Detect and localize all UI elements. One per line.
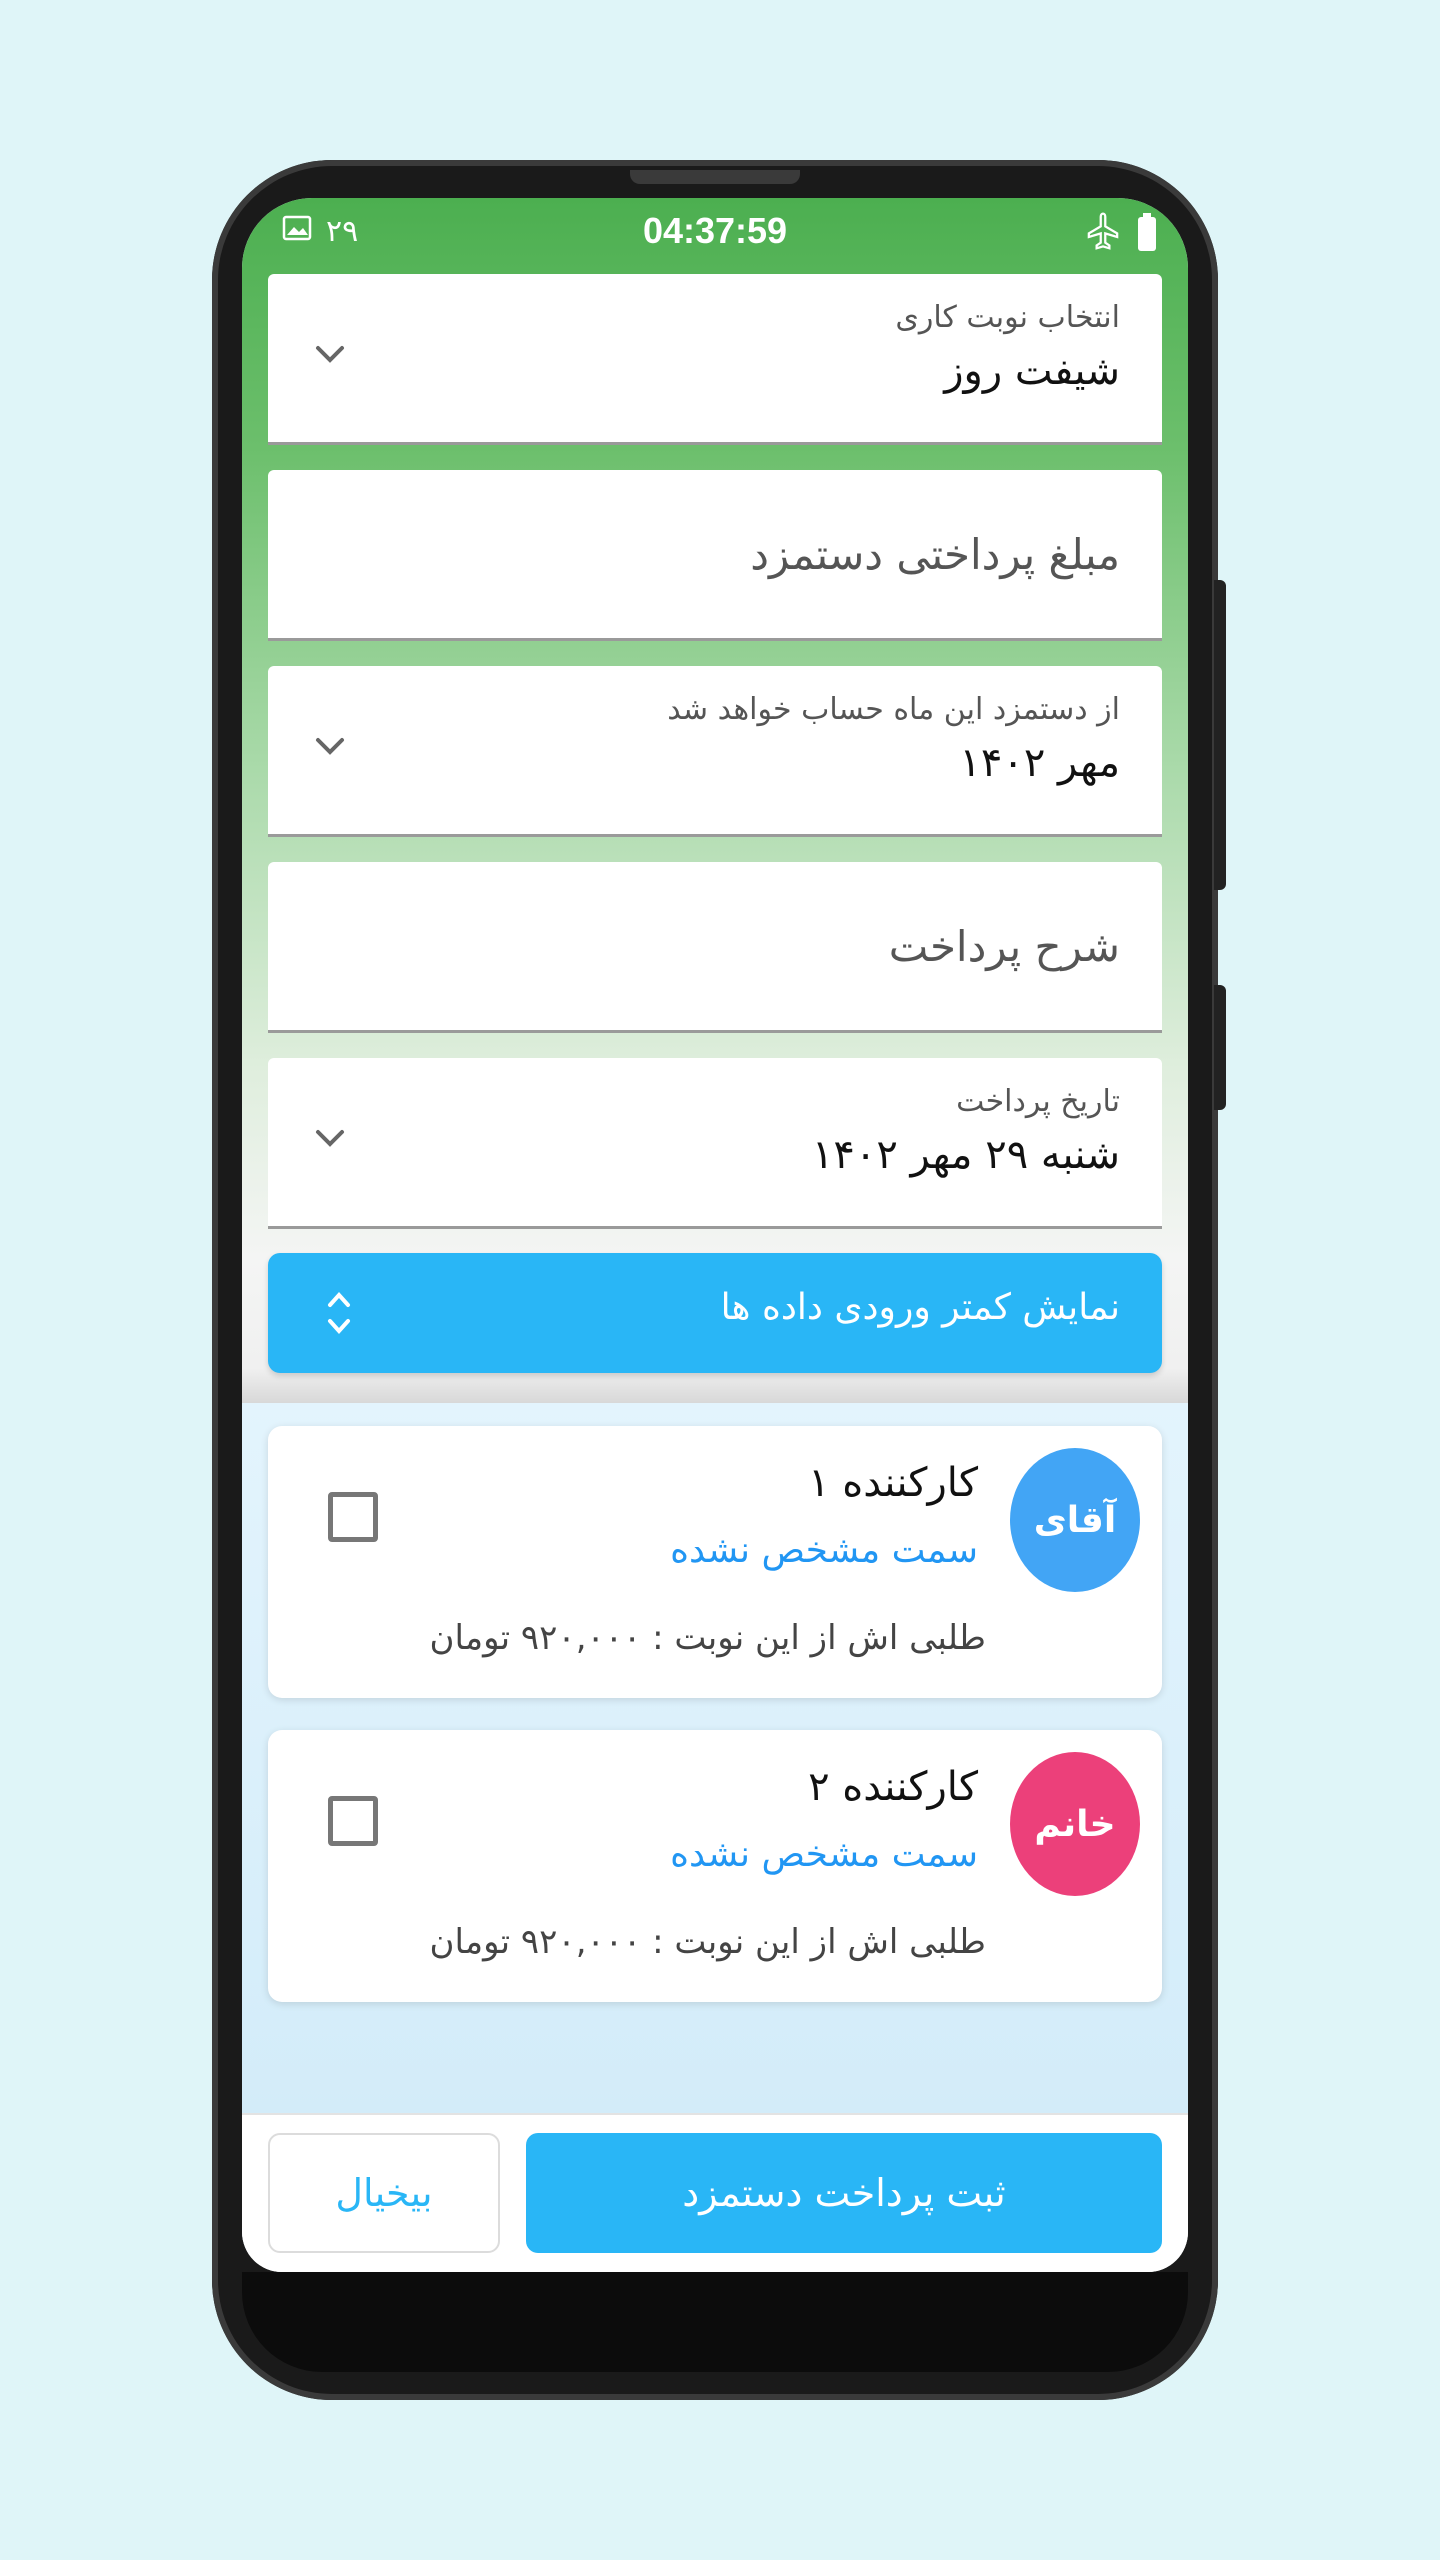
employee-checkbox[interactable]	[328, 1492, 378, 1542]
submit-payment-button[interactable]: ثبت پرداخت دستمزد	[526, 2133, 1162, 2253]
show-less-inputs-button[interactable]: نمایش کمتر ورودی داده ها	[268, 1253, 1162, 1373]
month-value: مهر ۱۴۰۲	[959, 740, 1120, 786]
avatar: آقای	[1010, 1448, 1140, 1592]
show-less-label: نمایش کمتر ورودی داده ها	[720, 1287, 1120, 1328]
date-label: تاریخ پرداخت	[956, 1084, 1120, 1119]
amount-field[interactable]: مبلغ پرداختی دستمزد	[268, 470, 1162, 641]
month-select[interactable]: از دستمزد این ماه حساب خواهد شد مهر ۱۴۰۲	[268, 666, 1162, 837]
chevron-down-icon	[316, 1130, 344, 1147]
shift-value: شیفت روز	[944, 348, 1120, 394]
power-button	[1214, 985, 1226, 1110]
avatar: خانم	[1010, 1752, 1140, 1896]
employee-card[interactable]: خانم کارکننده ۲ سمت مشخص نشده طلبی اش از…	[268, 1730, 1162, 2002]
airplane-icon	[1086, 212, 1120, 256]
status-right	[1086, 212, 1158, 256]
description-placeholder: شرح پرداخت	[888, 922, 1120, 971]
month-label: از دستمزد این ماه حساب خواهد شد	[667, 692, 1120, 727]
cancel-button[interactable]: بیخیال	[268, 2133, 500, 2253]
employee-name: کارکننده ۲	[808, 1764, 978, 1810]
chevron-down-icon	[316, 346, 344, 363]
employee-role: سمت مشخص نشده	[670, 1834, 978, 1875]
status-time: 04:37:59	[642, 210, 788, 251]
chevron-down-icon	[316, 738, 344, 755]
employee-checkbox[interactable]	[328, 1796, 378, 1846]
date-select[interactable]: تاریخ پرداخت شنبه ۲۹ مهر ۱۴۰۲	[268, 1058, 1162, 1229]
employee-salary: طلبی اش از این نوبت : ۹۲۰,۰۰۰ تومان	[429, 1618, 986, 1658]
employee-role: سمت مشخص نشده	[670, 1530, 978, 1571]
app-screen: ۲۹ 04:37:59 انتخاب نوبت کاری شیفت روز مب…	[242, 198, 1188, 2272]
shift-select[interactable]: انتخاب نوبت کاری شیفت روز	[268, 274, 1162, 445]
employee-card[interactable]: آقای کارکننده ۱ سمت مشخص نشده طلبی اش از…	[268, 1426, 1162, 1698]
status-bar: ۲۹ 04:37:59	[242, 198, 1188, 276]
unfold-icon	[328, 1292, 350, 1334]
shift-label: انتخاب نوبت کاری	[895, 300, 1120, 335]
bottom-action-bar: ثبت پرداخت دستمزد بیخیال	[242, 2113, 1188, 2272]
employee-name: کارکننده ۱	[808, 1460, 978, 1506]
speaker-notch	[630, 170, 800, 184]
date-value: شنبه ۲۹ مهر ۱۴۰۲	[811, 1132, 1120, 1178]
amount-placeholder: مبلغ پرداختی دستمزد	[750, 530, 1120, 579]
employee-salary: طلبی اش از این نوبت : ۹۲۰,۰۰۰ تومان	[429, 1922, 986, 1962]
battery-icon	[1136, 212, 1158, 256]
phone-chin	[242, 2272, 1188, 2372]
description-field[interactable]: شرح پرداخت	[268, 862, 1162, 1033]
volume-button	[1214, 580, 1226, 890]
